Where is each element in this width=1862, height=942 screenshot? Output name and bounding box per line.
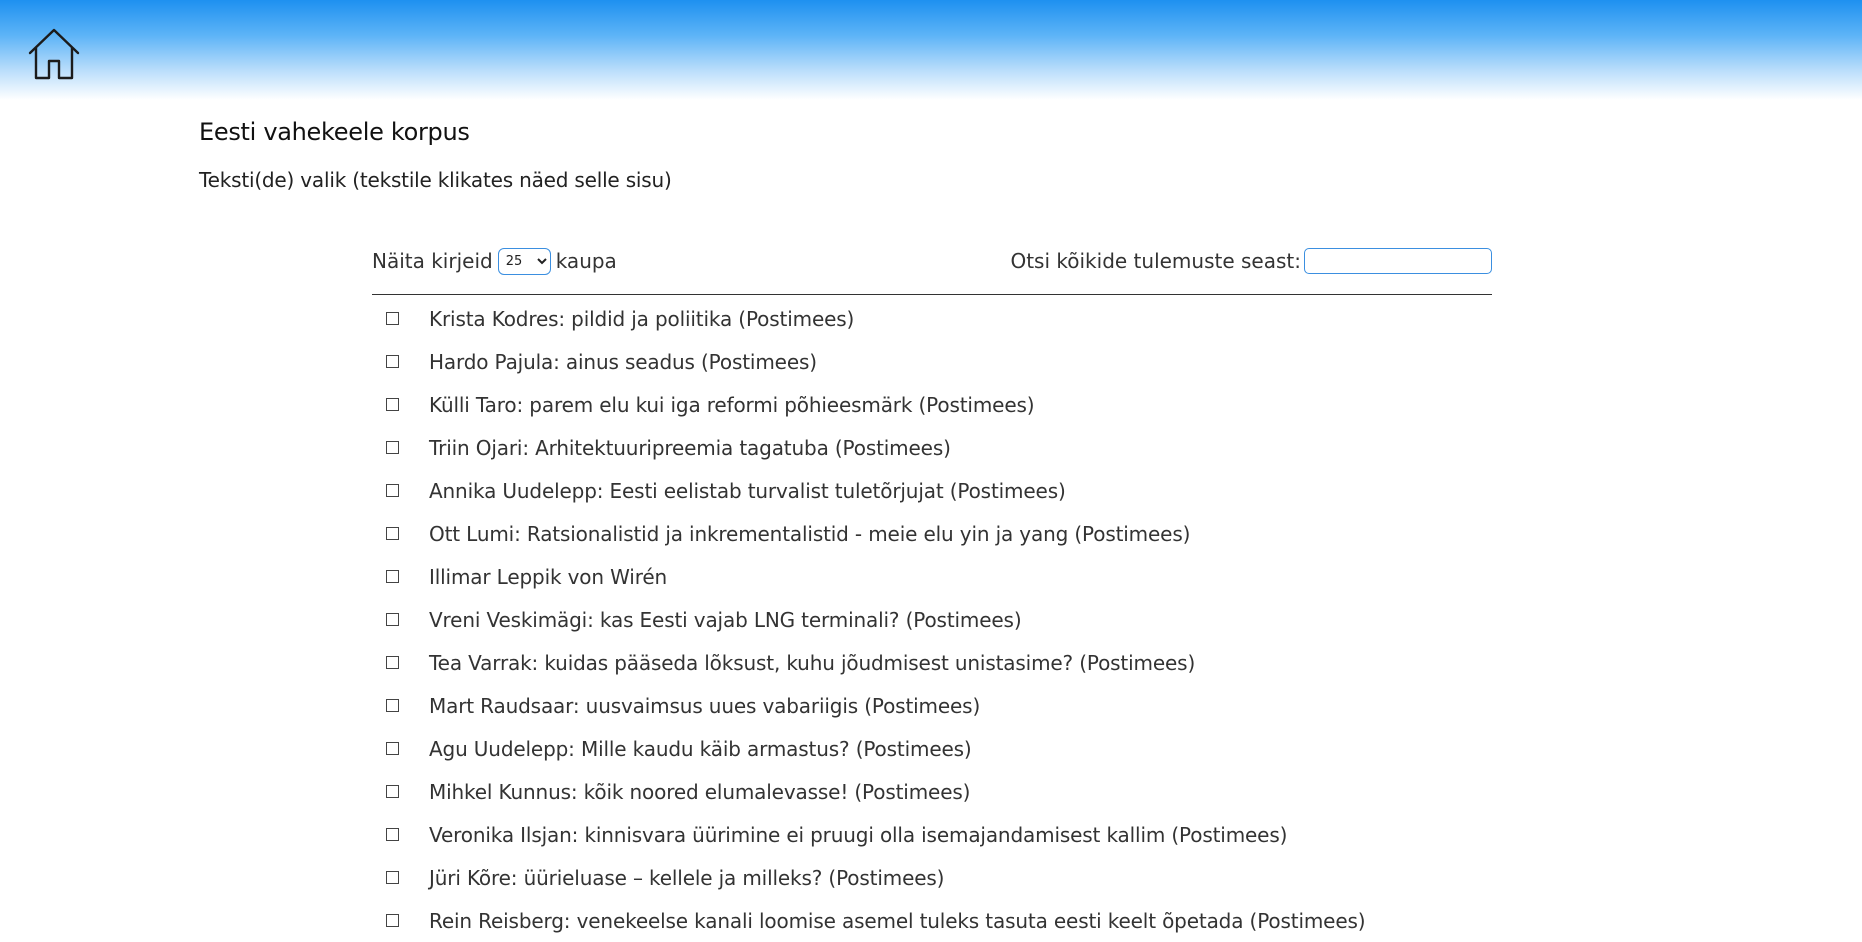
list-item[interactable]: Rein Reisberg: venekeelse kanali loomise… bbox=[372, 899, 1492, 942]
home-icon bbox=[28, 28, 80, 80]
list-item[interactable]: Mihkel Kunnus: kõik noored elumalevasse!… bbox=[372, 770, 1492, 813]
list-item[interactable]: Hardo Pajula: ainus seadus (Postimees) bbox=[372, 340, 1492, 383]
text-title[interactable]: Annika Uudelepp: Eesti eelistab turvalis… bbox=[429, 479, 1066, 503]
list-item[interactable]: Veronika Ilsjan: kinnisvara üürimine ei … bbox=[372, 813, 1492, 856]
checkbox[interactable] bbox=[386, 699, 399, 712]
list-item[interactable]: Agu Uudelepp: Mille kaudu käib armastus?… bbox=[372, 727, 1492, 770]
page-length-select[interactable]: 25 bbox=[497, 247, 551, 275]
text-title[interactable]: Külli Taro: parem elu kui iga reformi põ… bbox=[429, 393, 1035, 417]
text-title[interactable]: Mart Raudsaar: uusvaimsus uues vabariigi… bbox=[429, 694, 980, 718]
text-title[interactable]: Illimar Leppik von Wirén bbox=[429, 565, 667, 589]
checkbox[interactable] bbox=[386, 914, 399, 927]
text-title[interactable]: Mihkel Kunnus: kõik noored elumalevasse!… bbox=[429, 780, 970, 804]
page-length-label-before: Näita kirjeid bbox=[372, 249, 493, 273]
text-title[interactable]: Tea Varrak: kuidas pääseda lõksust, kuhu… bbox=[429, 651, 1195, 675]
checkbox[interactable] bbox=[386, 742, 399, 755]
checkbox[interactable] bbox=[386, 871, 399, 884]
text-title[interactable]: Rein Reisberg: venekeelse kanali loomise… bbox=[429, 909, 1366, 933]
list-item[interactable]: Annika Uudelepp: Eesti eelistab turvalis… bbox=[372, 469, 1492, 512]
checkbox[interactable] bbox=[386, 785, 399, 798]
list-item[interactable]: Tea Varrak: kuidas pääseda lõksust, kuhu… bbox=[372, 641, 1492, 684]
checkbox[interactable] bbox=[386, 527, 399, 540]
checkbox[interactable] bbox=[386, 312, 399, 325]
text-title[interactable]: Krista Kodres: pildid ja poliitika (Post… bbox=[429, 307, 854, 331]
table-divider bbox=[372, 294, 1492, 295]
list-item[interactable]: Ott Lumi: Ratsionalistid ja inkrementali… bbox=[372, 512, 1492, 555]
list-item[interactable]: Krista Kodres: pildid ja poliitika (Post… bbox=[372, 297, 1492, 340]
text-title[interactable]: Agu Uudelepp: Mille kaudu käib armastus?… bbox=[429, 737, 972, 761]
text-title[interactable]: Triin Ojari: Arhitektuuripreemia tagatub… bbox=[429, 436, 951, 460]
home-link[interactable] bbox=[26, 26, 82, 82]
header-bar bbox=[0, 0, 1862, 100]
checkbox[interactable] bbox=[386, 355, 399, 368]
list-item[interactable]: Jüri Kõre: üürieluase – kellele ja mille… bbox=[372, 856, 1492, 899]
checkbox[interactable] bbox=[386, 828, 399, 841]
page-length-label-after: kaupa bbox=[555, 249, 617, 273]
page-subtitle: Teksti(de) valik (tekstile klikates näed… bbox=[199, 168, 672, 192]
checkbox[interactable] bbox=[386, 398, 399, 411]
text-title[interactable]: Jüri Kõre: üürieluase – kellele ja mille… bbox=[429, 866, 944, 890]
text-list: Krista Kodres: pildid ja poliitika (Post… bbox=[372, 297, 1492, 942]
page-title: Eesti vahekeele korpus bbox=[199, 118, 470, 146]
text-title[interactable]: Vreni Veskimägi: kas Eesti vajab LNG ter… bbox=[429, 608, 1022, 632]
list-item[interactable]: Mart Raudsaar: uusvaimsus uues vabariigi… bbox=[372, 684, 1492, 727]
checkbox[interactable] bbox=[386, 570, 399, 583]
checkbox[interactable] bbox=[386, 441, 399, 454]
checkbox[interactable] bbox=[386, 656, 399, 669]
search-control: Otsi kõikide tulemuste seast: bbox=[1010, 244, 1492, 278]
list-item[interactable]: Triin Ojari: Arhitektuuripreemia tagatub… bbox=[372, 426, 1492, 469]
text-title[interactable]: Ott Lumi: Ratsionalistid ja inkrementali… bbox=[429, 522, 1190, 546]
search-input[interactable] bbox=[1304, 248, 1492, 274]
table-controls: Näita kirjeid 25 kaupa Otsi kõikide tule… bbox=[372, 244, 1492, 278]
checkbox[interactable] bbox=[386, 613, 399, 626]
text-title[interactable]: Veronika Ilsjan: kinnisvara üürimine ei … bbox=[429, 823, 1287, 847]
list-item[interactable]: Külli Taro: parem elu kui iga reformi põ… bbox=[372, 383, 1492, 426]
search-label: Otsi kõikide tulemuste seast: bbox=[1010, 249, 1301, 273]
checkbox[interactable] bbox=[386, 484, 399, 497]
text-title[interactable]: Hardo Pajula: ainus seadus (Postimees) bbox=[429, 350, 817, 374]
list-item[interactable]: Vreni Veskimägi: kas Eesti vajab LNG ter… bbox=[372, 598, 1492, 641]
page-length-control: Näita kirjeid 25 kaupa bbox=[372, 244, 617, 278]
list-item[interactable]: Illimar Leppik von Wirén bbox=[372, 555, 1492, 598]
